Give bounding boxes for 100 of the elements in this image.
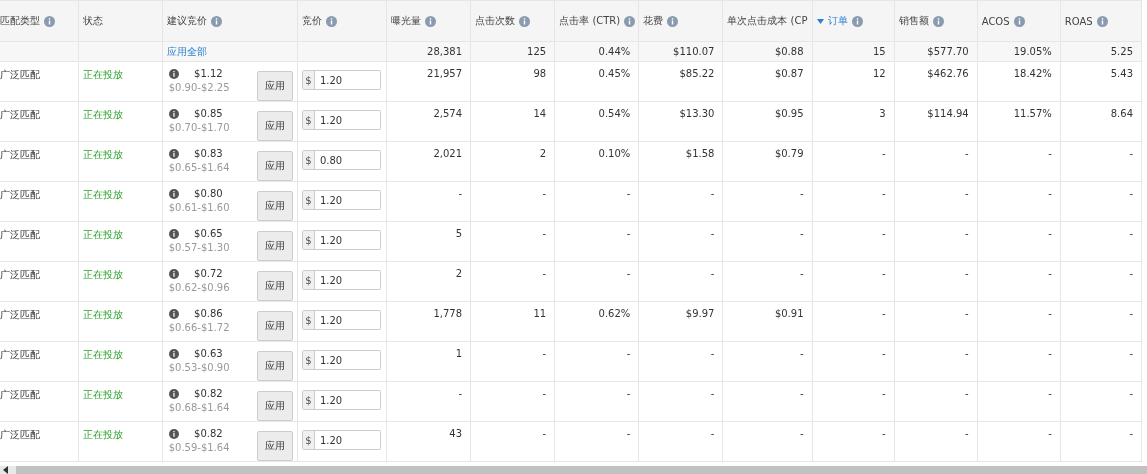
match-type-cell: 广泛匹配 — [0, 269, 40, 280]
table-cell: - — [965, 428, 969, 439]
status-label: 正在投放 — [82, 349, 123, 360]
total-cell: 19.05% — [1013, 46, 1052, 57]
status-label: 正在投放 — [82, 269, 123, 280]
left-arrow-icon[interactable] — [3, 466, 8, 474]
bid-input-field[interactable]: $ 1.20 — [301, 110, 381, 130]
table-cell: - — [1129, 188, 1133, 199]
bid-input-field[interactable]: $ 1.20 — [301, 270, 381, 290]
table-cell: - — [882, 428, 886, 439]
table-cell: - — [799, 428, 804, 439]
info-icon — [168, 388, 179, 399]
table-cell: 11.57% — [1013, 108, 1052, 119]
table-cell: 5.43 — [1110, 68, 1133, 79]
info-icon — [168, 68, 179, 79]
table-cell: $9.97 — [685, 308, 715, 319]
column-header[interactable]: 建议竞价 — [166, 14, 207, 28]
table-cell: - — [542, 188, 547, 199]
table-cell: - — [1129, 348, 1133, 359]
table-cell: - — [1048, 308, 1052, 319]
bid-range: $0.90-$2.25 — [168, 82, 230, 93]
bid-input-field[interactable]: $ 1.20 — [301, 310, 381, 330]
table-cell: 0.54% — [598, 108, 631, 119]
suggested-bid: $0.82 — [194, 388, 223, 399]
match-type-cell: 广泛匹配 — [0, 109, 40, 120]
column-header[interactable]: 销售额 — [898, 14, 929, 28]
column-header[interactable]: 状态 — [82, 14, 103, 28]
bid-range: $0.68-$1.64 — [168, 402, 230, 413]
table-cell: 2 — [455, 268, 463, 279]
apply-button[interactable]: 应用 — [256, 151, 293, 181]
status-label: 正在投放 — [82, 309, 123, 320]
bid-input-field[interactable]: $ 1.20 — [301, 350, 381, 370]
apply-button[interactable]: 应用 — [256, 271, 293, 301]
suggested-bid: $0.65 — [194, 228, 223, 239]
table-cell: 43 — [449, 428, 463, 439]
info-icon — [168, 428, 179, 439]
column-header[interactable]: 花费 — [643, 14, 664, 28]
table-cell: - — [882, 228, 886, 239]
apply-button[interactable]: 应用 — [256, 431, 293, 461]
apply-button[interactable]: 应用 — [256, 391, 293, 421]
total-cell: $0.88 — [774, 46, 804, 57]
bid-input-field[interactable]: $ 1.20 — [301, 70, 381, 90]
column-header[interactable]: 竞价 — [301, 14, 322, 28]
bid-input-field[interactable]: $ 1.20 — [301, 430, 381, 450]
match-type-cell: 广泛匹配 — [0, 309, 40, 320]
table-cell: - — [882, 188, 886, 199]
info-icon — [168, 188, 179, 199]
table-cell: 2,021 — [433, 148, 463, 159]
table-cell: - — [458, 388, 463, 399]
apply-button[interactable]: 应用 — [256, 71, 293, 101]
status-label: 正在投放 — [82, 69, 123, 80]
total-cell: 15 — [872, 46, 886, 57]
table-cell: - — [626, 228, 631, 239]
horizontal-scrollbar[interactable] — [0, 466, 1147, 474]
table-cell: 0.45% — [598, 68, 631, 79]
table-cell: - — [710, 228, 715, 239]
apply-all-link[interactable]: 应用全部 — [166, 45, 207, 57]
table-cell: $0.87 — [774, 68, 804, 79]
table-cell: 0.62% — [598, 308, 631, 319]
bid-range: $0.70-$1.70 — [168, 122, 230, 133]
apply-button[interactable]: 应用 — [256, 311, 293, 341]
table-cell: - — [965, 148, 969, 159]
match-type-cell: 广泛匹配 — [0, 229, 40, 240]
table-cell: - — [626, 348, 631, 359]
table-cell: 14 — [533, 108, 547, 119]
status-label: 正在投放 — [82, 229, 123, 240]
column-header[interactable]: 匹配类型 — [0, 14, 40, 28]
bid-input-field[interactable]: $ 0.80 — [301, 150, 381, 170]
info-icon — [168, 268, 179, 279]
bid-input-field[interactable]: $ 1.20 — [301, 390, 381, 410]
bid-input-field[interactable]: $ 1.20 — [301, 230, 381, 250]
table-cell: 98 — [533, 68, 547, 79]
table-cell: - — [542, 268, 547, 279]
table-cell: 21,957 — [427, 68, 463, 79]
table-cell: - — [458, 188, 463, 199]
suggested-bid: $1.12 — [194, 68, 223, 79]
apply-button[interactable]: 应用 — [256, 231, 293, 261]
column-header[interactable]: 订单 — [827, 14, 848, 28]
total-cell: $577.70 — [927, 46, 969, 57]
table-cell: 2 — [539, 148, 547, 159]
apply-button[interactable]: 应用 — [256, 191, 293, 221]
apply-button[interactable]: 应用 — [256, 351, 293, 381]
column-header[interactable]: 点击次数 — [475, 14, 516, 28]
table-cell: - — [626, 188, 631, 199]
table-cell: - — [882, 388, 886, 399]
column-header[interactable]: ACOS — [981, 15, 1010, 27]
table-cell: $85.22 — [679, 68, 715, 79]
bid-input-field[interactable]: $ 1.20 — [301, 190, 381, 210]
table-cell: 8.64 — [1110, 108, 1133, 119]
table-cell: 2,574 — [433, 108, 463, 119]
column-header[interactable]: 曝光量 — [391, 14, 421, 28]
info-icon — [168, 348, 179, 359]
apply-button[interactable]: 应用 — [256, 111, 293, 141]
table-cell: - — [965, 388, 969, 399]
column-header[interactable]: ROAS — [1064, 15, 1093, 27]
status-label: 正在投放 — [82, 389, 123, 400]
table-cell: - — [626, 428, 631, 439]
suggested-bid: $0.72 — [194, 268, 223, 279]
suggested-bid: $0.63 — [194, 348, 223, 359]
table-cell: - — [1048, 348, 1052, 359]
